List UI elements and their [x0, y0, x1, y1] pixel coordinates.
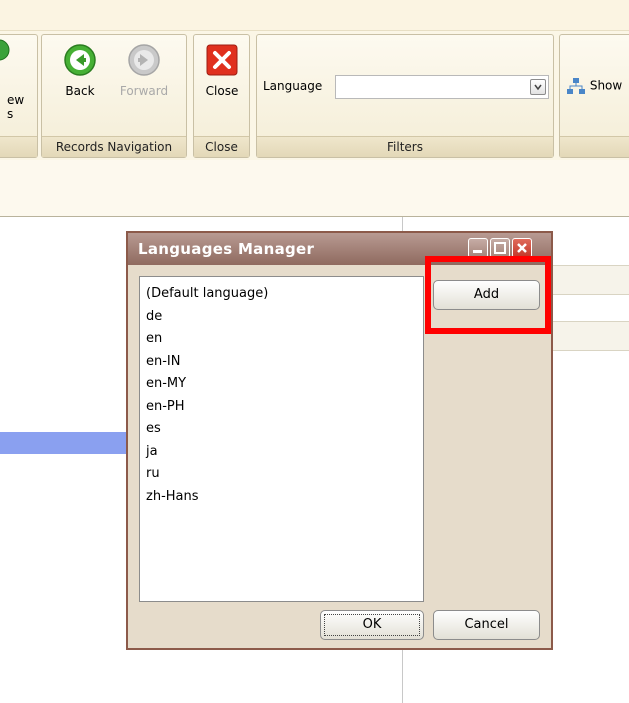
maximize-button[interactable]	[490, 238, 510, 258]
list-item[interactable]: ru	[146, 463, 423, 486]
list-item[interactable]: en-PH	[146, 396, 423, 419]
ribbon-group-show: Show	[559, 34, 629, 158]
list-item[interactable]: es	[146, 418, 423, 441]
dialog-title: Languages Manager	[138, 240, 315, 258]
chevron-down-icon[interactable]	[530, 79, 546, 95]
close-x-icon	[517, 243, 527, 253]
list-item[interactable]: zh-Hans	[146, 486, 423, 509]
back-label: Back	[65, 84, 95, 98]
ribbon-group-filters: Language Filters	[256, 34, 554, 158]
group-footer-close: Close	[194, 136, 249, 157]
view-button-line1: ew	[7, 93, 25, 107]
network-icon	[567, 78, 585, 94]
list-item[interactable]: en-MY	[146, 373, 423, 396]
ribbon-tab-strip	[0, 0, 629, 31]
group-footer-show	[560, 136, 629, 157]
forward-arrow-icon	[128, 44, 160, 76]
view-button[interactable]: ew s	[7, 93, 24, 121]
ok-label: OK	[324, 614, 420, 636]
list-item[interactable]: en-IN	[146, 351, 423, 374]
view-button-line2: s	[7, 107, 14, 121]
ribbon-group-records-navigation: Back Forward Records Navigation	[41, 34, 187, 158]
forward-button[interactable]: Forward	[112, 43, 176, 98]
ribbon-group-view: ew s	[0, 34, 38, 158]
minimize-icon	[473, 250, 482, 253]
ok-button[interactable]: OK	[320, 610, 424, 640]
close-label: Close	[205, 84, 239, 98]
dialog-close-button[interactable]	[512, 238, 532, 258]
highlight-box	[425, 256, 551, 334]
show-label: Show	[589, 78, 623, 93]
languages-list[interactable]: (Default language) de en en-IN en-MY en-…	[139, 276, 424, 602]
close-button[interactable]: Close	[196, 43, 248, 98]
minimize-button[interactable]	[468, 238, 488, 258]
group-footer-view	[0, 136, 37, 157]
ribbon-group-close: Close Close	[193, 34, 250, 158]
ribbon: ew s Back Forward Records Navigation Clo…	[0, 0, 629, 160]
language-combo[interactable]	[335, 75, 549, 99]
list-item[interactable]: ja	[146, 441, 423, 464]
cancel-button[interactable]: Cancel	[433, 610, 540, 640]
list-item[interactable]: (Default language)	[146, 283, 423, 306]
show-button[interactable]: Show	[566, 77, 622, 95]
view-icon	[0, 39, 10, 61]
list-item[interactable]: en	[146, 328, 423, 351]
language-label: Language	[263, 79, 323, 93]
list-item[interactable]: de	[146, 306, 423, 329]
maximize-icon	[494, 242, 506, 254]
forward-label: Forward	[119, 84, 169, 98]
group-footer-records-navigation: Records Navigation	[42, 136, 186, 157]
close-icon	[206, 44, 238, 76]
group-footer-filters: Filters	[257, 136, 553, 157]
back-arrow-icon	[64, 44, 96, 76]
back-button[interactable]: Back	[54, 43, 106, 98]
